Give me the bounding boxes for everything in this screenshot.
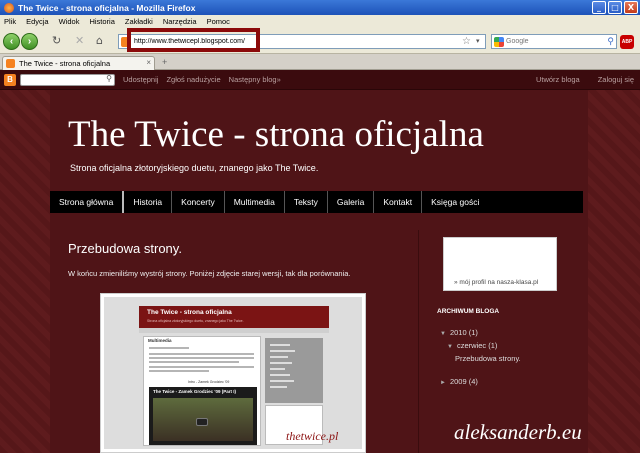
post-title[interactable]: Przebudowa strony. [68, 241, 182, 256]
share-link[interactable]: Udostępnij [123, 75, 158, 84]
screenshot-nav [139, 328, 329, 333]
archive-month-czerwiec[interactable]: ▼ czerwiec (1) [447, 341, 497, 350]
sign-in-link[interactable]: Zaloguj się [598, 75, 634, 84]
forward-arrow-icon[interactable]: › [21, 33, 38, 50]
screenshot-link-line [270, 386, 287, 388]
tab-concerts[interactable]: Koncerty [172, 191, 225, 213]
minimize-button[interactable]: _ [592, 1, 606, 14]
search-box[interactable]: ⚲ [491, 34, 617, 49]
screenshot-subtitle: Strona oficjalna złotoryjskiego duetu, z… [147, 319, 244, 323]
menu-edit[interactable]: Edycja [26, 17, 49, 26]
column-divider [418, 230, 419, 453]
menu-bookmarks[interactable]: Zakładki [125, 17, 153, 26]
home-icon[interactable]: ⌂ [96, 35, 103, 47]
archive-year-2009[interactable]: ► 2009 (4) [440, 377, 478, 386]
blog-search-input[interactable]: ⚲ [20, 73, 115, 86]
screenshot-title: The Twice - strona oficjalna [147, 309, 232, 316]
screenshot-link-line [270, 350, 295, 352]
window-title-bar: The Twice - strona oficjalna - Mozilla F… [0, 0, 640, 15]
menu-view[interactable]: Widok [59, 17, 80, 26]
search-input[interactable] [506, 38, 596, 45]
screenshot-text-line [149, 353, 254, 355]
site-favicon-icon [6, 59, 15, 68]
profile-link[interactable]: » mój profil na nasza-klasa.pl [454, 279, 538, 286]
tab-multimedia[interactable]: Multimedia [225, 191, 285, 213]
tab-lyrics[interactable]: Teksty [285, 191, 328, 213]
triangle-right-icon[interactable]: ► [440, 380, 446, 386]
report-abuse-link[interactable]: Zgłoś nadużycie [166, 75, 220, 84]
screenshot-sidebar [265, 338, 323, 403]
tab-title: The Twice - strona oficjalna [19, 59, 111, 68]
tab-home[interactable]: Strona główna [50, 191, 125, 213]
blog-pages-nav: Strona główna Historia Koncerty Multimed… [50, 191, 583, 213]
tab-guestbook[interactable]: Księga gości [422, 191, 488, 213]
menu-history[interactable]: Historia [89, 17, 114, 26]
blog-title[interactable]: The Twice - strona oficjalna [68, 113, 484, 156]
reload-icon[interactable]: ↻ [52, 35, 61, 47]
new-tab-button[interactable]: + [162, 57, 167, 67]
window-title: The Twice - strona oficjalna - Mozilla F… [18, 2, 196, 13]
screenshot-text-line [149, 361, 239, 363]
menu-tools[interactable]: Narzędzia [163, 17, 197, 26]
triangle-down-icon[interactable]: ▼ [440, 331, 446, 337]
screenshot-link-line [270, 362, 292, 364]
screenshot-text-line [149, 370, 209, 372]
play-icon [196, 418, 208, 426]
screenshot-video-title: The Twice - Zamek Grodziec '09 (Part I) [153, 389, 237, 394]
blog-description: Strona oficjalna złotoryjskiego duetu, z… [70, 163, 319, 173]
close-button[interactable]: X [624, 1, 638, 14]
triangle-down-icon[interactable]: ▼ [447, 344, 453, 350]
search-icon[interactable]: ⚲ [106, 74, 112, 83]
bookmark-star-icon[interactable]: ☆ [462, 36, 471, 47]
back-arrow-icon[interactable]: ‹ [3, 33, 20, 50]
post-body: W końcu zmieniliśmy wystrój strony. Poni… [68, 269, 351, 278]
navigation-toolbar: ‹ › ↻ ✕ ⌂ ☆ ▾ ⚲ ABP [0, 28, 640, 54]
blogger-navbar: B ⚲ Udostępnij Zgłoś nadużycie Następny … [0, 70, 640, 90]
screenshot-watermark: thetwice.pl [286, 429, 339, 443]
archive-year-2010[interactable]: ▼ 2010 (1) [440, 328, 478, 337]
screenshot-link-line [270, 368, 285, 370]
tab-contact[interactable]: Kontakt [374, 191, 423, 213]
tab-close-icon[interactable]: × [146, 58, 151, 67]
screenshot-text-line [149, 357, 254, 359]
screenshot-link-line [270, 344, 290, 346]
old-site-screenshot[interactable]: The Twice - strona oficjalna Strona ofic… [100, 293, 366, 453]
tab-the-twice[interactable]: The Twice - strona oficjalna × [2, 56, 155, 70]
stop-icon[interactable]: ✕ [75, 35, 84, 47]
tab-gallery[interactable]: Galeria [328, 191, 375, 213]
screenshot-link-line [270, 380, 294, 382]
maximize-button[interactable]: □ [608, 1, 622, 14]
next-blog-link[interactable]: Następny blog» [229, 75, 281, 84]
search-icon[interactable]: ⚲ [607, 36, 614, 47]
menu-help[interactable]: Pomoc [207, 17, 230, 26]
adblock-icon[interactable]: ABP [620, 35, 634, 49]
blogger-logo-icon[interactable]: B [4, 73, 16, 86]
firefox-icon [4, 2, 14, 13]
url-highlight-box [127, 28, 260, 52]
chevron-down-icon[interactable]: ▾ [476, 37, 480, 45]
screenshot-text-line [149, 366, 254, 368]
menu-bar: Plik Edycja Widok Historia Zakładki Narz… [0, 15, 640, 28]
create-blog-link[interactable]: Utwórz bloga [536, 75, 580, 84]
archive-title: ARCHIWUM BLOGA [437, 308, 500, 315]
tab-history[interactable]: Historia [124, 191, 173, 213]
screenshot-link-line [270, 356, 288, 358]
archive-post-link[interactable]: Przebudowa strony. [455, 354, 521, 363]
screenshot-section-title: Multimedia [148, 338, 172, 343]
screenshot-caption: Intro - Zamek Grodziec '09 [188, 380, 230, 384]
google-icon[interactable] [494, 36, 504, 47]
screenshot-text-line [149, 347, 189, 349]
tab-bar: The Twice - strona oficjalna × + [0, 54, 640, 70]
screenshot-link-line [270, 374, 290, 376]
menu-file[interactable]: Plik [4, 17, 16, 26]
profile-widget: » mój profil na nasza-klasa.pl [443, 237, 557, 291]
image-watermark: aleksanderb.eu [454, 420, 582, 444]
